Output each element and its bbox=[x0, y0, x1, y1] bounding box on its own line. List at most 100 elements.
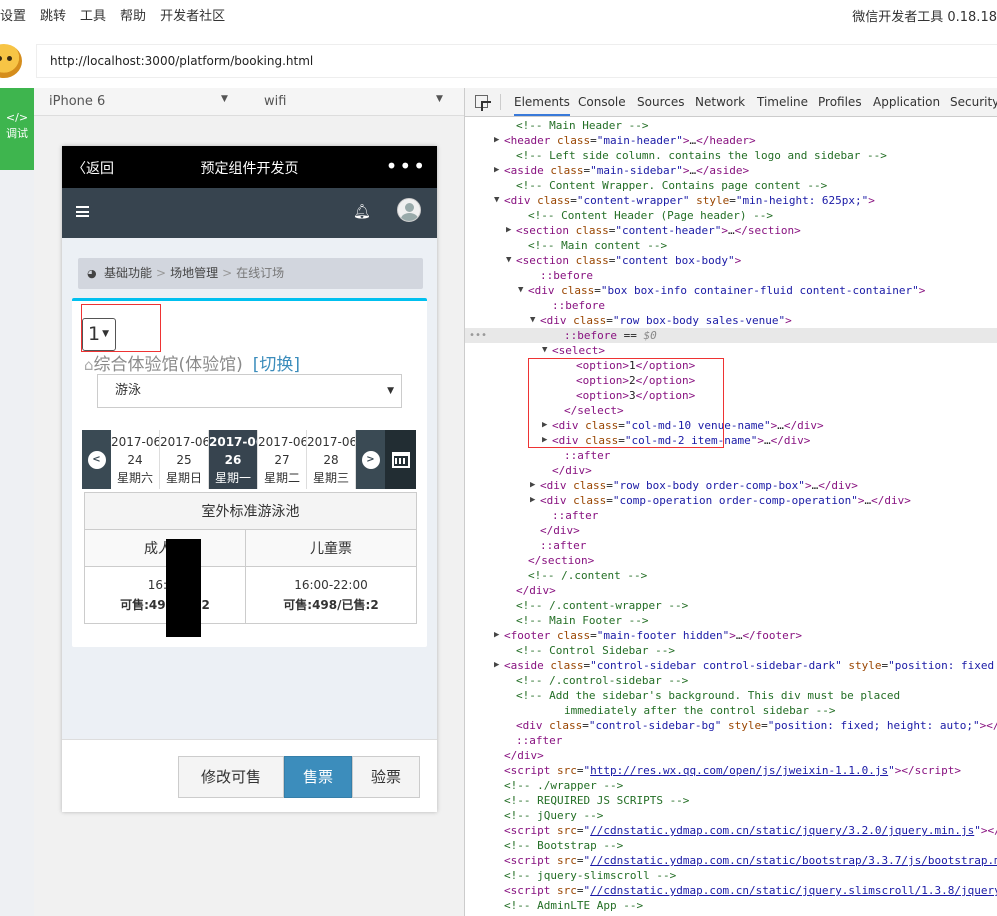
dom-node[interactable]: <!-- REQUIRED JS SCRIPTS --> bbox=[465, 793, 997, 808]
expand-toggle-icon[interactable]: ▶ bbox=[494, 628, 499, 643]
breadcrumb-item[interactable]: 基础功能 bbox=[104, 266, 152, 280]
network-select[interactable]: wifi bbox=[264, 94, 286, 109]
expand-toggle-icon[interactable]: ▶ bbox=[494, 163, 499, 178]
date-item-active[interactable]: 2017-06- 26 星期一 bbox=[209, 430, 258, 489]
dom-node[interactable]: ▶ <aside class="control-sidebar control-s… bbox=[465, 658, 997, 673]
item-select[interactable]: 游泳 ▼ bbox=[97, 374, 402, 408]
dom-node[interactable]: ▶ <aside class="main-sidebar">…</aside> bbox=[465, 163, 997, 178]
bell-icon[interactable]: 🔔︎ bbox=[353, 204, 371, 220]
check-ticket-button[interactable]: 验票 bbox=[352, 756, 420, 798]
dom-node[interactable]: ▶ <div class="row box-body order-comp-box… bbox=[465, 478, 997, 493]
menu-goto[interactable]: 跳转 bbox=[33, 5, 73, 24]
expand-toggle-icon[interactable]: ▶ bbox=[530, 478, 535, 493]
network-caret-icon[interactable]: ▼ bbox=[436, 94, 443, 104]
menu-dev-community[interactable]: 开发者社区 bbox=[153, 5, 232, 24]
dom-node[interactable]: <script src="//cdnstatic.ydmap.com.cn/st… bbox=[465, 823, 997, 838]
edit-available-button[interactable]: 修改可售 bbox=[178, 756, 284, 798]
inspect-element-icon[interactable] bbox=[475, 95, 491, 111]
dom-node[interactable]: <!-- Content Header (Page header) --> bbox=[465, 208, 997, 223]
dom-node[interactable]: <!-- ./wrapper --> bbox=[465, 778, 997, 793]
dom-node[interactable]: ::after bbox=[465, 508, 997, 523]
dom-node[interactable]: <!-- /.control-sidebar --> bbox=[465, 673, 997, 688]
dom-node[interactable]: <!-- Content Wrapper. Contains page cont… bbox=[465, 178, 997, 193]
expand-toggle-icon[interactable]: ▼ bbox=[494, 193, 499, 208]
breadcrumb-item[interactable]: 场地管理 bbox=[170, 266, 218, 280]
dom-node[interactable]: ::after bbox=[465, 538, 997, 553]
tab-application[interactable]: Application bbox=[873, 95, 940, 109]
user-avatar[interactable] bbox=[397, 198, 421, 222]
dom-node[interactable]: ▼ <section class="content box-body"> bbox=[465, 253, 997, 268]
dom-node[interactable]: ▼ <select> bbox=[465, 343, 997, 358]
dom-node[interactable]: ▶ <section class="content-header">…</sect… bbox=[465, 223, 997, 238]
menu-tools[interactable]: 工具 bbox=[73, 5, 113, 24]
expand-toggle-icon[interactable]: ▼ bbox=[530, 313, 535, 328]
dom-node[interactable]: <script src="http://res.wx.qq.com/open/j… bbox=[465, 763, 997, 778]
expand-toggle-icon[interactable]: ▼ bbox=[518, 283, 523, 298]
tab-profiles[interactable]: Profiles bbox=[818, 95, 862, 109]
calendar-button[interactable] bbox=[385, 430, 416, 489]
dom-node[interactable]: </div> bbox=[465, 463, 997, 478]
dom-node[interactable]: ▶ <footer class="main-footer hidden">…</f… bbox=[465, 628, 997, 643]
dom-node[interactable]: <!-- Bootstrap --> bbox=[465, 838, 997, 853]
dom-node[interactable]: ::before bbox=[465, 298, 997, 313]
dom-node[interactable]: </div> bbox=[465, 748, 997, 763]
dom-node[interactable]: <!-- jquery-slimscroll --> bbox=[465, 868, 997, 883]
menu-toggle-icon[interactable] bbox=[76, 206, 89, 217]
expand-toggle-icon[interactable]: ▶ bbox=[494, 133, 499, 148]
tab-console[interactable]: Console bbox=[578, 95, 626, 109]
dom-node[interactable]: <!-- Main Header --> bbox=[465, 118, 997, 133]
tab-timeline[interactable]: Timeline bbox=[757, 95, 808, 109]
tab-elements[interactable]: Elements bbox=[514, 95, 570, 116]
menu-settings[interactable]: 设置 bbox=[0, 5, 33, 24]
menu-help[interactable]: 帮助 bbox=[113, 5, 153, 24]
dom-node[interactable]: <!-- Control Sidebar --> bbox=[465, 643, 997, 658]
dom-node[interactable]: </div> bbox=[465, 523, 997, 538]
number-select[interactable]: 1 ▼ bbox=[82, 318, 116, 351]
expand-toggle-icon[interactable]: ▶ bbox=[506, 223, 511, 238]
dom-node[interactable]: <!-- Add the sidebar's background. This … bbox=[465, 688, 997, 703]
dom-node[interactable]: <script src="//cdnstatic.ydmap.com.cn/st… bbox=[465, 853, 997, 868]
expand-toggle-icon[interactable]: ▼ bbox=[542, 343, 547, 358]
dom-node[interactable]: ▼ <div class="row box-body sales-venue"> bbox=[465, 313, 997, 328]
dom-node[interactable]: ::after bbox=[465, 448, 997, 463]
tab-network[interactable]: Network bbox=[695, 95, 745, 109]
date-item[interactable]: 2017-06- 27 星期二 bbox=[258, 430, 307, 489]
dom-node-selected[interactable]: •••::before == $0 bbox=[465, 328, 997, 343]
device-caret-icon[interactable]: ▼ bbox=[221, 94, 228, 104]
switch-venue-link[interactable]: [切换] bbox=[243, 355, 300, 375]
dom-node[interactable]: ::after bbox=[465, 733, 997, 748]
dom-node[interactable]: ▶ <header class="main-header">…</header> bbox=[465, 133, 997, 148]
dom-node[interactable]: immediately after the control sidebar --… bbox=[465, 703, 997, 718]
url-input[interactable]: http://localhost:3000/platform/booking.h… bbox=[36, 44, 997, 78]
date-item[interactable]: 2017-06- 25 星期日 bbox=[160, 430, 209, 489]
date-item[interactable]: 2017-06- 24 星期六 bbox=[111, 430, 160, 489]
dom-node[interactable]: <!-- jQuery --> bbox=[465, 808, 997, 823]
dom-node[interactable]: <div class="control-sidebar-bg" style="p… bbox=[465, 718, 997, 733]
device-select[interactable]: iPhone 6 bbox=[49, 94, 105, 109]
mascot-avatar-icon[interactable] bbox=[0, 44, 22, 78]
dom-node[interactable]: ▼ <div class="box box-info container-flui… bbox=[465, 283, 997, 298]
dom-node[interactable]: <!-- Left side column. contains the logo… bbox=[465, 148, 997, 163]
dom-node[interactable]: <!-- /.content-wrapper --> bbox=[465, 598, 997, 613]
more-icon[interactable]: ••• bbox=[386, 154, 427, 178]
dom-node[interactable]: <!-- Main content --> bbox=[465, 238, 997, 253]
tab-security[interactable]: Security bbox=[950, 95, 997, 109]
dom-node[interactable]: <!-- AdminLTE App --> bbox=[465, 898, 997, 913]
expand-toggle-icon[interactable]: ▶ bbox=[530, 493, 535, 508]
debug-button[interactable]: </> 调试 bbox=[0, 88, 34, 170]
dom-node[interactable]: <script src="//cdnstatic.ydmap.com.cn/st… bbox=[465, 883, 997, 898]
prev-date-button[interactable]: < bbox=[82, 430, 111, 489]
expand-toggle-icon[interactable]: ▼ bbox=[506, 253, 511, 268]
next-date-button[interactable]: > bbox=[356, 430, 385, 489]
tab-sources[interactable]: Sources bbox=[637, 95, 684, 109]
dom-node[interactable]: ▼ <div class="content-wrapper" style="min… bbox=[465, 193, 997, 208]
dom-node[interactable]: </div> bbox=[465, 583, 997, 598]
ticket-cell[interactable]: 16:00 可售:49 售:2 bbox=[84, 566, 246, 624]
ticket-cell[interactable]: 16:00-22:00 可售:498/已售:2 bbox=[244, 566, 418, 624]
expand-toggle-icon[interactable]: ▶ bbox=[494, 658, 499, 673]
dom-node[interactable]: </section> bbox=[465, 553, 997, 568]
sell-ticket-button[interactable]: 售票 bbox=[284, 756, 352, 798]
date-item[interactable]: 2017-06- 28 星期三 bbox=[307, 430, 356, 489]
dom-node[interactable]: <!-- /.content --> bbox=[465, 568, 997, 583]
dom-node[interactable]: ▶ <div class="comp-operation order-comp-o… bbox=[465, 493, 997, 508]
